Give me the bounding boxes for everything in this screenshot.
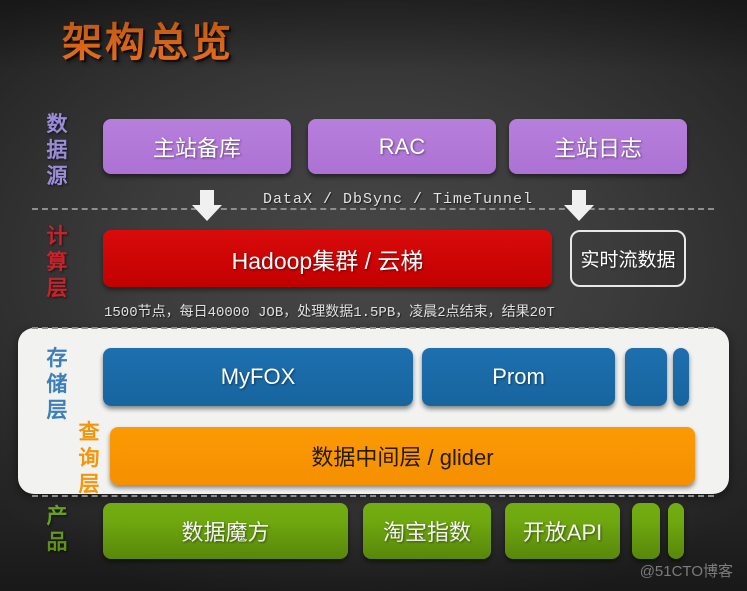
layer-divider-compute-storage <box>32 327 714 329</box>
node-prom[interactable]: Prom <box>422 348 615 406</box>
layer-label-char: 算 <box>46 251 68 274</box>
layer-label-query: 查询层 <box>76 420 102 498</box>
arrow-shaft <box>200 190 214 206</box>
layer-divider-query-product <box>32 495 714 497</box>
node-taobao-index[interactable]: 淘宝指数 <box>363 503 491 559</box>
watermark: @51CTO博客 <box>639 563 733 580</box>
layer-label-char: 计 <box>46 225 68 248</box>
layer-label-char: 产 <box>46 505 68 528</box>
layer-label-storage: 存储层 <box>44 346 70 424</box>
node-product-extra-1[interactable] <box>632 503 660 559</box>
layer-label-char: 品 <box>46 531 68 554</box>
node-rac[interactable]: RAC <box>308 119 496 174</box>
node-storage-extra-2[interactable] <box>673 348 689 406</box>
page-title: 架构总览 <box>62 21 234 65</box>
layer-label-char: 层 <box>46 399 68 422</box>
node-main-site-log[interactable]: 主站日志 <box>509 119 687 174</box>
layer-label-char: 储 <box>46 373 68 396</box>
layer-label-char: 据 <box>46 139 68 162</box>
layer-label-char: 源 <box>46 165 68 188</box>
layer-label-compute: 计算层 <box>44 224 70 302</box>
node-data-cube[interactable]: 数据魔方 <box>103 503 348 559</box>
layer-label-char: 层 <box>78 473 100 496</box>
arrow-head <box>564 205 594 221</box>
layer-label-char: 数 <box>46 113 68 136</box>
transport-pipeline-label: DataX / DbSync / TimeTunnel <box>263 191 534 208</box>
node-hadoop-cluster[interactable]: Hadoop集群 / 云梯 <box>103 230 552 287</box>
layer-divider-source-compute <box>32 208 714 210</box>
architecture-overview-slide: 架构总览 数据源 计算层 存储层 查询层 产品 主站备库 RAC 主站日志 Da… <box>0 0 747 591</box>
node-product-extra-2[interactable] <box>668 503 684 559</box>
node-myfox[interactable]: MyFOX <box>103 348 413 406</box>
layer-label-char: 查 <box>78 421 100 444</box>
layer-label-product: 产品 <box>44 504 70 556</box>
node-storage-extra-1[interactable] <box>625 348 667 406</box>
node-main-site-backup-db[interactable]: 主站备库 <box>103 119 291 174</box>
node-data-middle-layer-glider[interactable]: 数据中间层 / glider <box>110 427 695 485</box>
layer-label-char: 询 <box>78 447 100 470</box>
layer-label-char: 存 <box>46 347 68 370</box>
arrow-head <box>192 205 222 221</box>
layer-label-data-source: 数据源 <box>44 112 70 190</box>
layer-label-char: 层 <box>46 277 68 300</box>
node-open-api[interactable]: 开放API <box>505 503 620 559</box>
compute-stats-text: 1500节点，每日40000 JOB，处理数据1.5PB，凌晨2点结束，结果20… <box>104 305 555 321</box>
arrow-shaft <box>572 190 586 206</box>
node-realtime-stream-data[interactable]: 实时流数据 <box>570 230 686 287</box>
